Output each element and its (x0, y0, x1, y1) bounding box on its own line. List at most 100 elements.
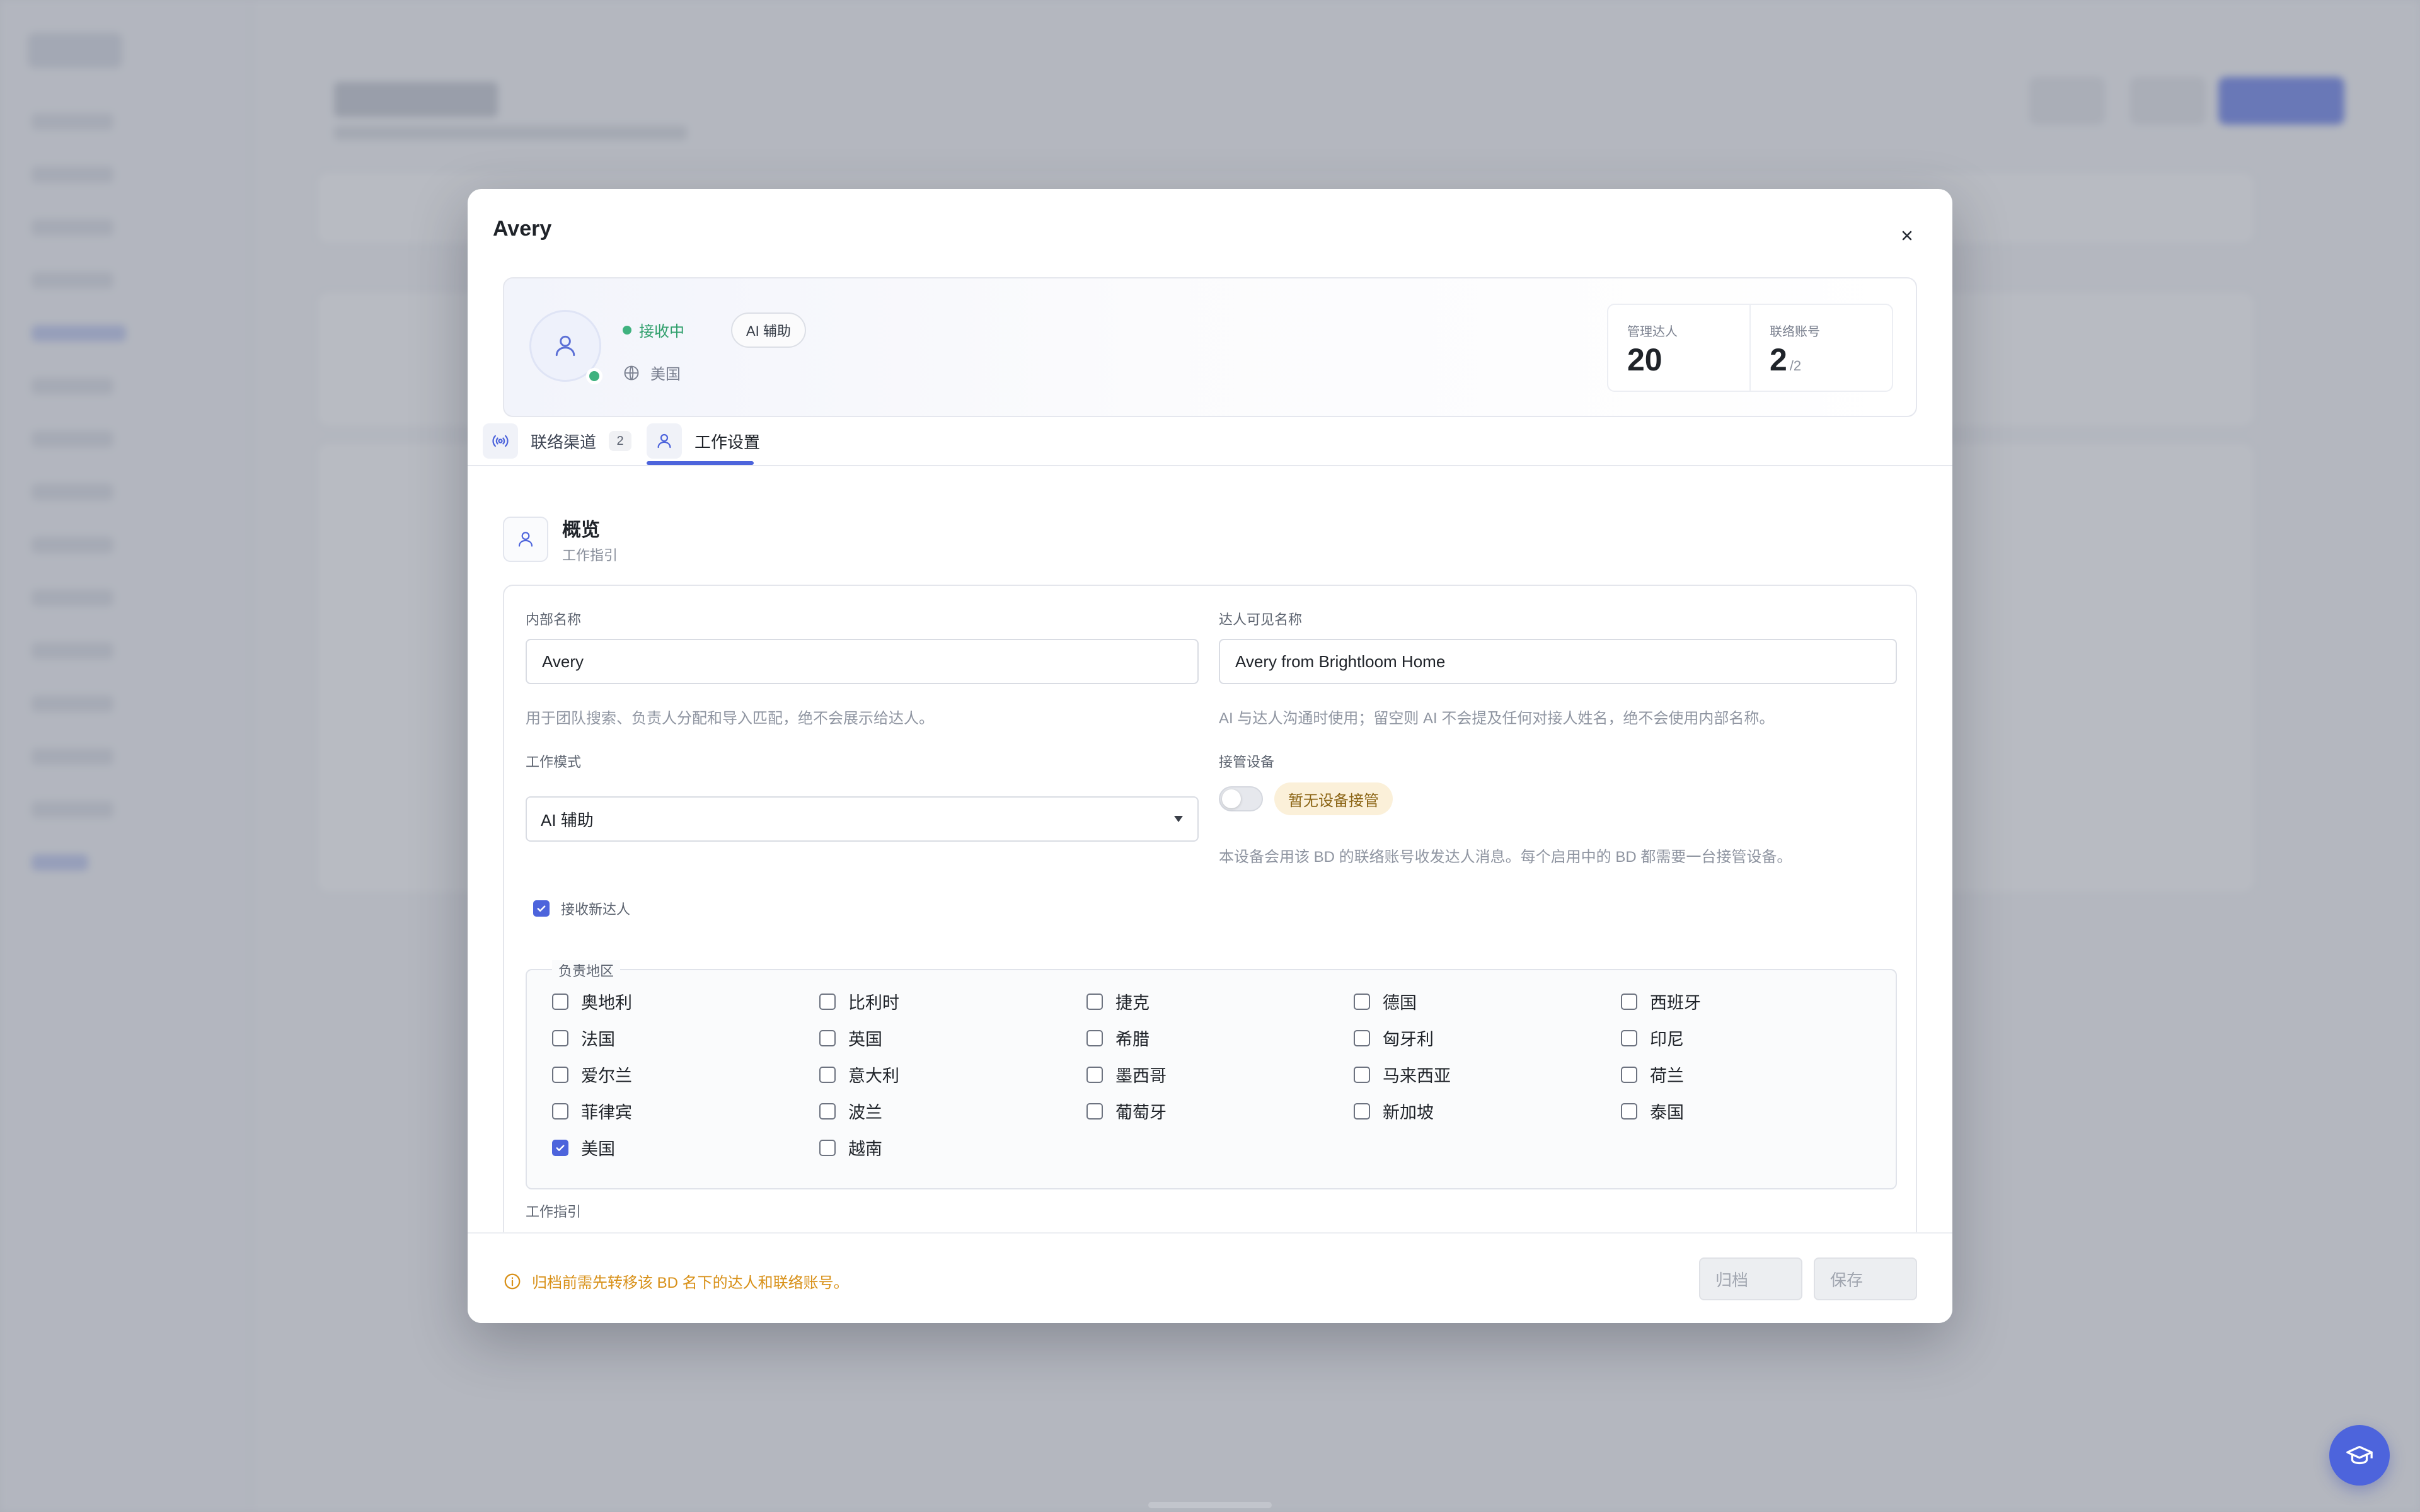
tab-icon (483, 423, 518, 459)
region-checkbox[interactable]: 希腊 (1086, 1026, 1150, 1050)
region-checkbox[interactable]: 马来西亚 (1354, 1062, 1451, 1087)
region-checkbox[interactable]: 奥地利 (552, 989, 632, 1014)
region-checkbox[interactable]: 越南 (819, 1135, 882, 1160)
help-button[interactable] (2329, 1425, 2390, 1486)
region-checkbox[interactable]: 爱尔兰 (552, 1062, 632, 1087)
stat-value-wrap: 2/2 (1770, 341, 1801, 378)
modal-footer: 归档前需先转移该 BD 名下的达人和联络账号。 归档 保存 (468, 1232, 1952, 1323)
tab-icon (647, 423, 682, 459)
checkbox-box (1621, 1029, 1637, 1046)
work-mode-select[interactable]: AI 辅助 (526, 796, 1199, 842)
region-checkbox[interactable]: 比利时 (819, 989, 899, 1014)
online-status-dot (586, 368, 602, 384)
status-text: 接收中 (639, 323, 684, 340)
toggle-knob (1222, 789, 1241, 808)
device-toggle[interactable] (1219, 786, 1263, 811)
modal-header: Avery (468, 189, 1952, 277)
close-icon (1902, 231, 1912, 241)
globe-icon (624, 365, 639, 380)
region-label: 比利时 (848, 994, 899, 1012)
internal-name-label: 内部名称 (526, 612, 582, 627)
tab-bar: 联络渠道 2 工作设置 (468, 417, 1952, 466)
tab-work-settings[interactable]: 工作设置 (647, 417, 760, 465)
regions-legend: 负责地区 (552, 960, 621, 980)
checkbox-box (819, 1066, 836, 1083)
region-label: 希腊 (1115, 1030, 1150, 1049)
region-label: 法国 (581, 1030, 615, 1049)
checkbox-box (552, 1066, 568, 1083)
region-label: 泰国 (1650, 1103, 1684, 1122)
region-label: 越南 (848, 1140, 882, 1159)
graduation-cap-icon (2346, 1445, 2373, 1465)
mode-badge: AI 辅助 (731, 312, 806, 348)
region-checkbox[interactable]: 英国 (819, 1026, 882, 1050)
region-checkbox[interactable]: 德国 (1354, 989, 1417, 1014)
region-checkbox[interactable]: 荷兰 (1621, 1062, 1684, 1087)
region-checkbox[interactable]: 法国 (552, 1026, 615, 1050)
user-icon (657, 433, 671, 449)
user-icon (555, 335, 575, 357)
status-dot (623, 325, 631, 335)
stat-value: 2 (1770, 342, 1787, 377)
region-label: 西班牙 (1650, 994, 1701, 1012)
checkbox-box (1621, 993, 1637, 1010)
checkbox-box (819, 993, 836, 1010)
contact-accounts-stat: 联络账号 2/2 (1749, 304, 1893, 392)
region-label: 英国 (848, 1030, 882, 1049)
region-label: 捷克 (1115, 994, 1150, 1012)
checkbox-box (1086, 1029, 1103, 1046)
internal-name-input[interactable] (526, 639, 1199, 684)
region-label: 新加坡 (1383, 1103, 1434, 1122)
region-checkbox[interactable]: 新加坡 (1354, 1099, 1434, 1123)
tab-contact-channels[interactable]: 联络渠道 2 (483, 417, 632, 465)
region-label: 葡萄牙 (1115, 1103, 1167, 1122)
save-button[interactable]: 保存 (1814, 1257, 1917, 1300)
profile-card: 接收中 AI 辅助 美国 管理达人 20 联络账号 2/2 (503, 277, 1917, 417)
region-label: 墨西哥 (1115, 1067, 1167, 1085)
stat-label: 管理达人 (1627, 325, 1678, 339)
region-checkbox[interactable]: 葡萄牙 (1086, 1099, 1167, 1123)
work-mode-label: 工作模式 (526, 754, 582, 770)
visible-name-input[interactable] (1219, 639, 1897, 684)
archive-button[interactable]: 归档 (1699, 1257, 1802, 1300)
close-button[interactable] (1893, 222, 1921, 249)
region-label: 奥地利 (581, 994, 632, 1012)
managed-creators-stat: 管理达人 20 (1607, 304, 1751, 392)
bd-settings-modal: Avery 接收中 AI 辅助 美国 管理达人 20 联络账号 2 /2 联络渠… (468, 189, 1952, 1323)
region-checkbox[interactable]: 匈牙利 (1354, 1026, 1434, 1050)
region-checkbox[interactable]: 波兰 (819, 1099, 882, 1123)
info-icon (504, 1273, 521, 1289)
checkbox-box (1354, 1029, 1370, 1046)
region-checkbox[interactable]: 墨西哥 (1086, 1062, 1167, 1087)
tab-label: 工作设置 (694, 432, 761, 452)
region-checkbox[interactable]: 菲律宾 (552, 1099, 632, 1123)
device-status-badge: 暂无设备接管 (1274, 782, 1393, 815)
region-checkbox[interactable]: 泰国 (1621, 1099, 1684, 1123)
work-guide-label: 工作指引 (526, 1204, 582, 1220)
accept-new-creators-checkbox[interactable]: 接收新达人 (533, 898, 630, 919)
tab-count-badge: 2 (609, 431, 632, 451)
active-tab-indicator (647, 461, 754, 465)
settings-content[interactable]: 概览 工作指引 内部名称 用于团队搜索、负责人分配和导入匹配，绝不会展示给达人。… (468, 466, 1952, 1257)
region-text: 美国 (650, 366, 681, 383)
regions-fieldset: 负责地区 奥地利 比利时 捷克 德国 西班牙法国 英国 希腊 匈牙利 印尼爱尔兰 意大利 墨西哥 马来… (526, 960, 1897, 1189)
region-label: 波兰 (848, 1103, 882, 1122)
checkbox-box (552, 1102, 568, 1120)
visible-name-hint: AI 与达人沟通时使用；留空则 AI 不会提及任何对接人姓名，绝不会使用内部名称… (1219, 710, 1775, 727)
archive-warning: 归档前需先转移该 BD 名下的达人和联络账号。 (503, 1270, 849, 1292)
internal-name-hint: 用于团队搜索、负责人分配和导入匹配，绝不会展示给达人。 (526, 710, 934, 727)
region-checkbox[interactable]: 捷克 (1086, 989, 1150, 1014)
device-label: 接管设备 (1219, 754, 1275, 770)
region-checkbox[interactable]: 西班牙 (1621, 989, 1701, 1014)
checkbox-box (1086, 1066, 1103, 1083)
region-label: 印尼 (1650, 1030, 1684, 1049)
status-badge: 接收中 (623, 319, 684, 341)
region-checkbox[interactable]: 美国 (552, 1135, 615, 1160)
stat-value: 20 (1627, 342, 1662, 377)
check-icon (556, 1144, 565, 1151)
region-checkbox[interactable]: 意大利 (819, 1062, 899, 1087)
section-subtitle: 工作指引 (562, 547, 618, 563)
region-checkbox[interactable]: 印尼 (1621, 1026, 1684, 1050)
checkbox-box (1086, 993, 1103, 1010)
home-indicator (1148, 1502, 1272, 1508)
